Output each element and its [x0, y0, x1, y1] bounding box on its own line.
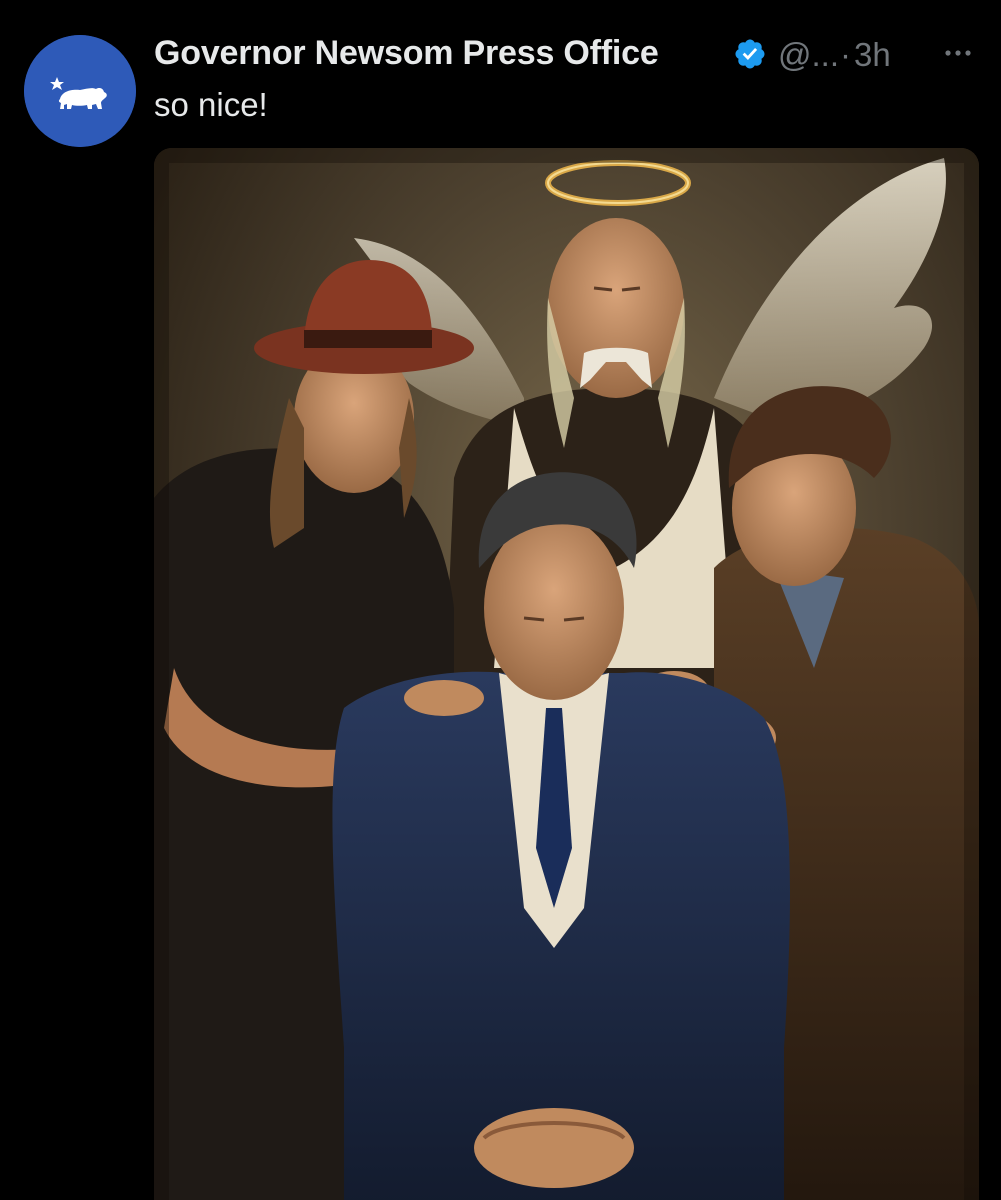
handle[interactable]: @... [778, 36, 839, 74]
timestamp[interactable]: 3h [854, 36, 891, 74]
avatar[interactable] [24, 35, 136, 147]
more-options-icon[interactable] [940, 38, 976, 68]
tweet-text: so nice! [154, 86, 268, 123]
tweet-header: Governor Newsom Press Office @... · 3h [154, 30, 994, 80]
display-name[interactable]: Governor Newsom Press Office [154, 34, 659, 73]
california-bear-flag-icon [24, 35, 136, 147]
painting-image [154, 148, 979, 1200]
tweet-media-image[interactable] [154, 148, 979, 1200]
separator-dot: · [840, 36, 851, 73]
verified-badge-icon[interactable] [733, 37, 767, 71]
tweet[interactable]: Governor Newsom Press Office @... · 3h s… [0, 0, 1001, 1200]
